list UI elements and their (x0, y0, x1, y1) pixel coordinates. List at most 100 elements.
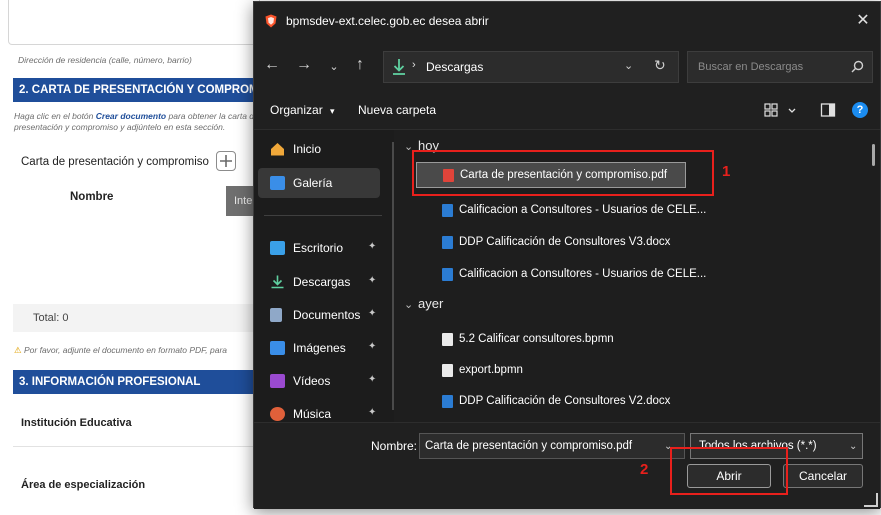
close-icon: ✕ (856, 12, 870, 29)
organize-button[interactable]: Organizar ▾ (270, 103, 335, 117)
home-icon (271, 143, 284, 156)
create-document-link[interactable]: Crear documento (96, 111, 166, 121)
sidebar-item-videos[interactable]: Vídeos ✦ (258, 366, 380, 396)
sidebar-item-galeria[interactable]: Galería (258, 168, 380, 198)
navigation-bar: ← → ⌄ ↑ › Descargas ⌄ ↻ Buscar en Descar… (254, 42, 880, 92)
sidebar-item-label: Galería (293, 176, 333, 190)
filename-label: Nombre: (371, 439, 418, 453)
preview-pane-icon (820, 103, 836, 117)
gallery-icon (270, 176, 285, 190)
arrow-right-icon: → (296, 56, 312, 73)
file-item[interactable]: Calificacion a Consultores - Usuarios de… (416, 262, 706, 288)
grid-view-icon (764, 103, 796, 117)
help-button[interactable]: ? (852, 102, 868, 118)
word-doc-icon (442, 268, 453, 281)
images-icon (270, 341, 285, 355)
pin-icon: ✦ (368, 341, 377, 352)
attachments-table (13, 212, 263, 311)
warning-text: Por favor, adjunte el documento en forma… (24, 345, 228, 355)
file-icon (442, 364, 453, 377)
sidebar-item-label: Imágenes (293, 341, 346, 355)
sidebar-item-escritorio[interactable]: Escritorio ✦ (258, 233, 380, 263)
add-attachment-button[interactable] (216, 151, 236, 171)
command-bar: Organizar ▾ Nueva carpeta ? (254, 92, 880, 130)
divider (13, 446, 258, 447)
arrow-up-icon: ↑ (356, 56, 364, 73)
column-header-name: Nombre (70, 191, 114, 203)
file-icon (442, 333, 453, 346)
new-folder-button[interactable]: Nueva carpeta (358, 103, 436, 117)
refresh-icon[interactable]: ↻ (654, 57, 666, 74)
file-name: DDP Calificación de Consultores V2.docx (459, 395, 671, 407)
sidebar-item-musica[interactable]: Música ✦ (258, 399, 380, 422)
file-item[interactable]: 5.2 Calificar consultores.bpmn (416, 327, 686, 353)
file-item[interactable]: DDP Calificación de Consultores V2.docx (416, 389, 686, 415)
cancel-button[interactable]: Cancelar (783, 464, 863, 488)
pin-icon: ✦ (368, 275, 377, 286)
breadcrumb-downloads[interactable]: Descargas (426, 60, 483, 74)
up-button[interactable]: ↑ (350, 56, 370, 74)
search-placeholder: Buscar en Descargas (698, 61, 804, 73)
sidebar-divider (264, 215, 382, 216)
forward-button[interactable]: → (294, 56, 314, 74)
sidebar-item-descargas[interactable]: Descargas ✦ (258, 267, 380, 297)
pdf-warning: ⚠ Por favor, adjunte el documento en for… (14, 345, 259, 356)
file-item[interactable]: Calificacion a Consultores - Usuarios de… (416, 198, 706, 224)
close-button[interactable]: ✕ (852, 10, 874, 32)
word-doc-icon (442, 204, 453, 217)
pin-icon: ✦ (368, 374, 377, 385)
address-hint: Dirección de residencia (calle, número, … (18, 55, 192, 65)
chevron-down-icon[interactable]: ⌄ (849, 441, 857, 452)
file-list-scrollbar[interactable] (872, 144, 875, 166)
pin-icon: ✦ (368, 407, 377, 418)
group-header-yesterday[interactable]: ⌄ ayer (404, 296, 443, 311)
file-item[interactable]: DDP Calificación de Consultores V3.docx (416, 230, 686, 256)
word-doc-icon (442, 395, 453, 408)
search-input[interactable]: Buscar en Descargas (687, 51, 873, 83)
section2-header: 2. CARTA DE PRESENTACIÓN Y COMPROMISO (13, 78, 263, 102)
add-file-icon (220, 155, 232, 167)
search-icon (851, 60, 864, 73)
highlight-box-1 (412, 150, 714, 196)
filename-input[interactable]: Carta de presentación y compromiso.pdf (419, 433, 685, 459)
section3-header: 3. INFORMACIÓN PROFESIONAL (13, 370, 263, 394)
downloads-folder-icon (393, 59, 405, 75)
sidebar-item-imagenes[interactable]: Imágenes ✦ (258, 333, 380, 363)
group-label: ayer (418, 296, 444, 311)
table-total: Total: 0 (13, 304, 258, 332)
carta-label: Carta de presentación y compromiso (21, 156, 209, 168)
dialog-title: bpmsdev-ext.celec.gob.ec desea abrir (286, 14, 489, 28)
sidebar-item-label: Documentos (293, 308, 361, 322)
desktop-icon (270, 241, 285, 255)
area-label: Área de especialización (21, 479, 146, 491)
videos-icon (270, 374, 285, 388)
highlight-box-2 (670, 447, 788, 495)
sidebar-scrollbar[interactable] (392, 142, 394, 410)
sidebar-item-label: Música (293, 407, 332, 421)
address-bar[interactable]: › Descargas ⌄ ↻ (383, 51, 679, 83)
file-name: Calificacion a Consultores - Usuarios de… (459, 204, 707, 216)
sidebar-item-documentos[interactable]: Documentos ✦ (258, 300, 380, 330)
file-item[interactable]: export.bpmn (416, 358, 686, 384)
file-name: Calificacion a Consultores - Usuarios de… (459, 268, 707, 280)
chevron-down-icon: ⌄ (404, 299, 414, 311)
word-doc-icon (442, 236, 453, 249)
preview-pane-button[interactable] (820, 102, 836, 118)
sidebar-item-label: Escritorio (293, 241, 344, 255)
pin-icon: ✦ (368, 241, 377, 252)
brave-shield-icon (265, 14, 277, 28)
view-options-button[interactable] (764, 102, 800, 120)
address-field[interactable] (8, 0, 260, 45)
resize-grip[interactable] (864, 493, 878, 507)
recent-locations-button[interactable]: ⌄ (324, 60, 344, 73)
back-button[interactable]: ← (262, 56, 282, 74)
institucion-label: Institución Educativa (21, 417, 132, 429)
carta-instructions: Haga clic en el botón Crear documento pa… (14, 111, 259, 133)
pin-icon: ✦ (368, 308, 377, 319)
chevron-down-icon[interactable]: ⌄ (624, 59, 633, 72)
dialog-titlebar: bpmsdev-ext.celec.gob.ec desea abrir ✕ (254, 2, 880, 42)
sidebar-item-label: Descargas (293, 275, 351, 289)
download-icon (271, 275, 284, 289)
sidebar-item-inicio[interactable]: Inicio (258, 134, 380, 164)
annotation-marker-2: 2 (640, 461, 649, 478)
